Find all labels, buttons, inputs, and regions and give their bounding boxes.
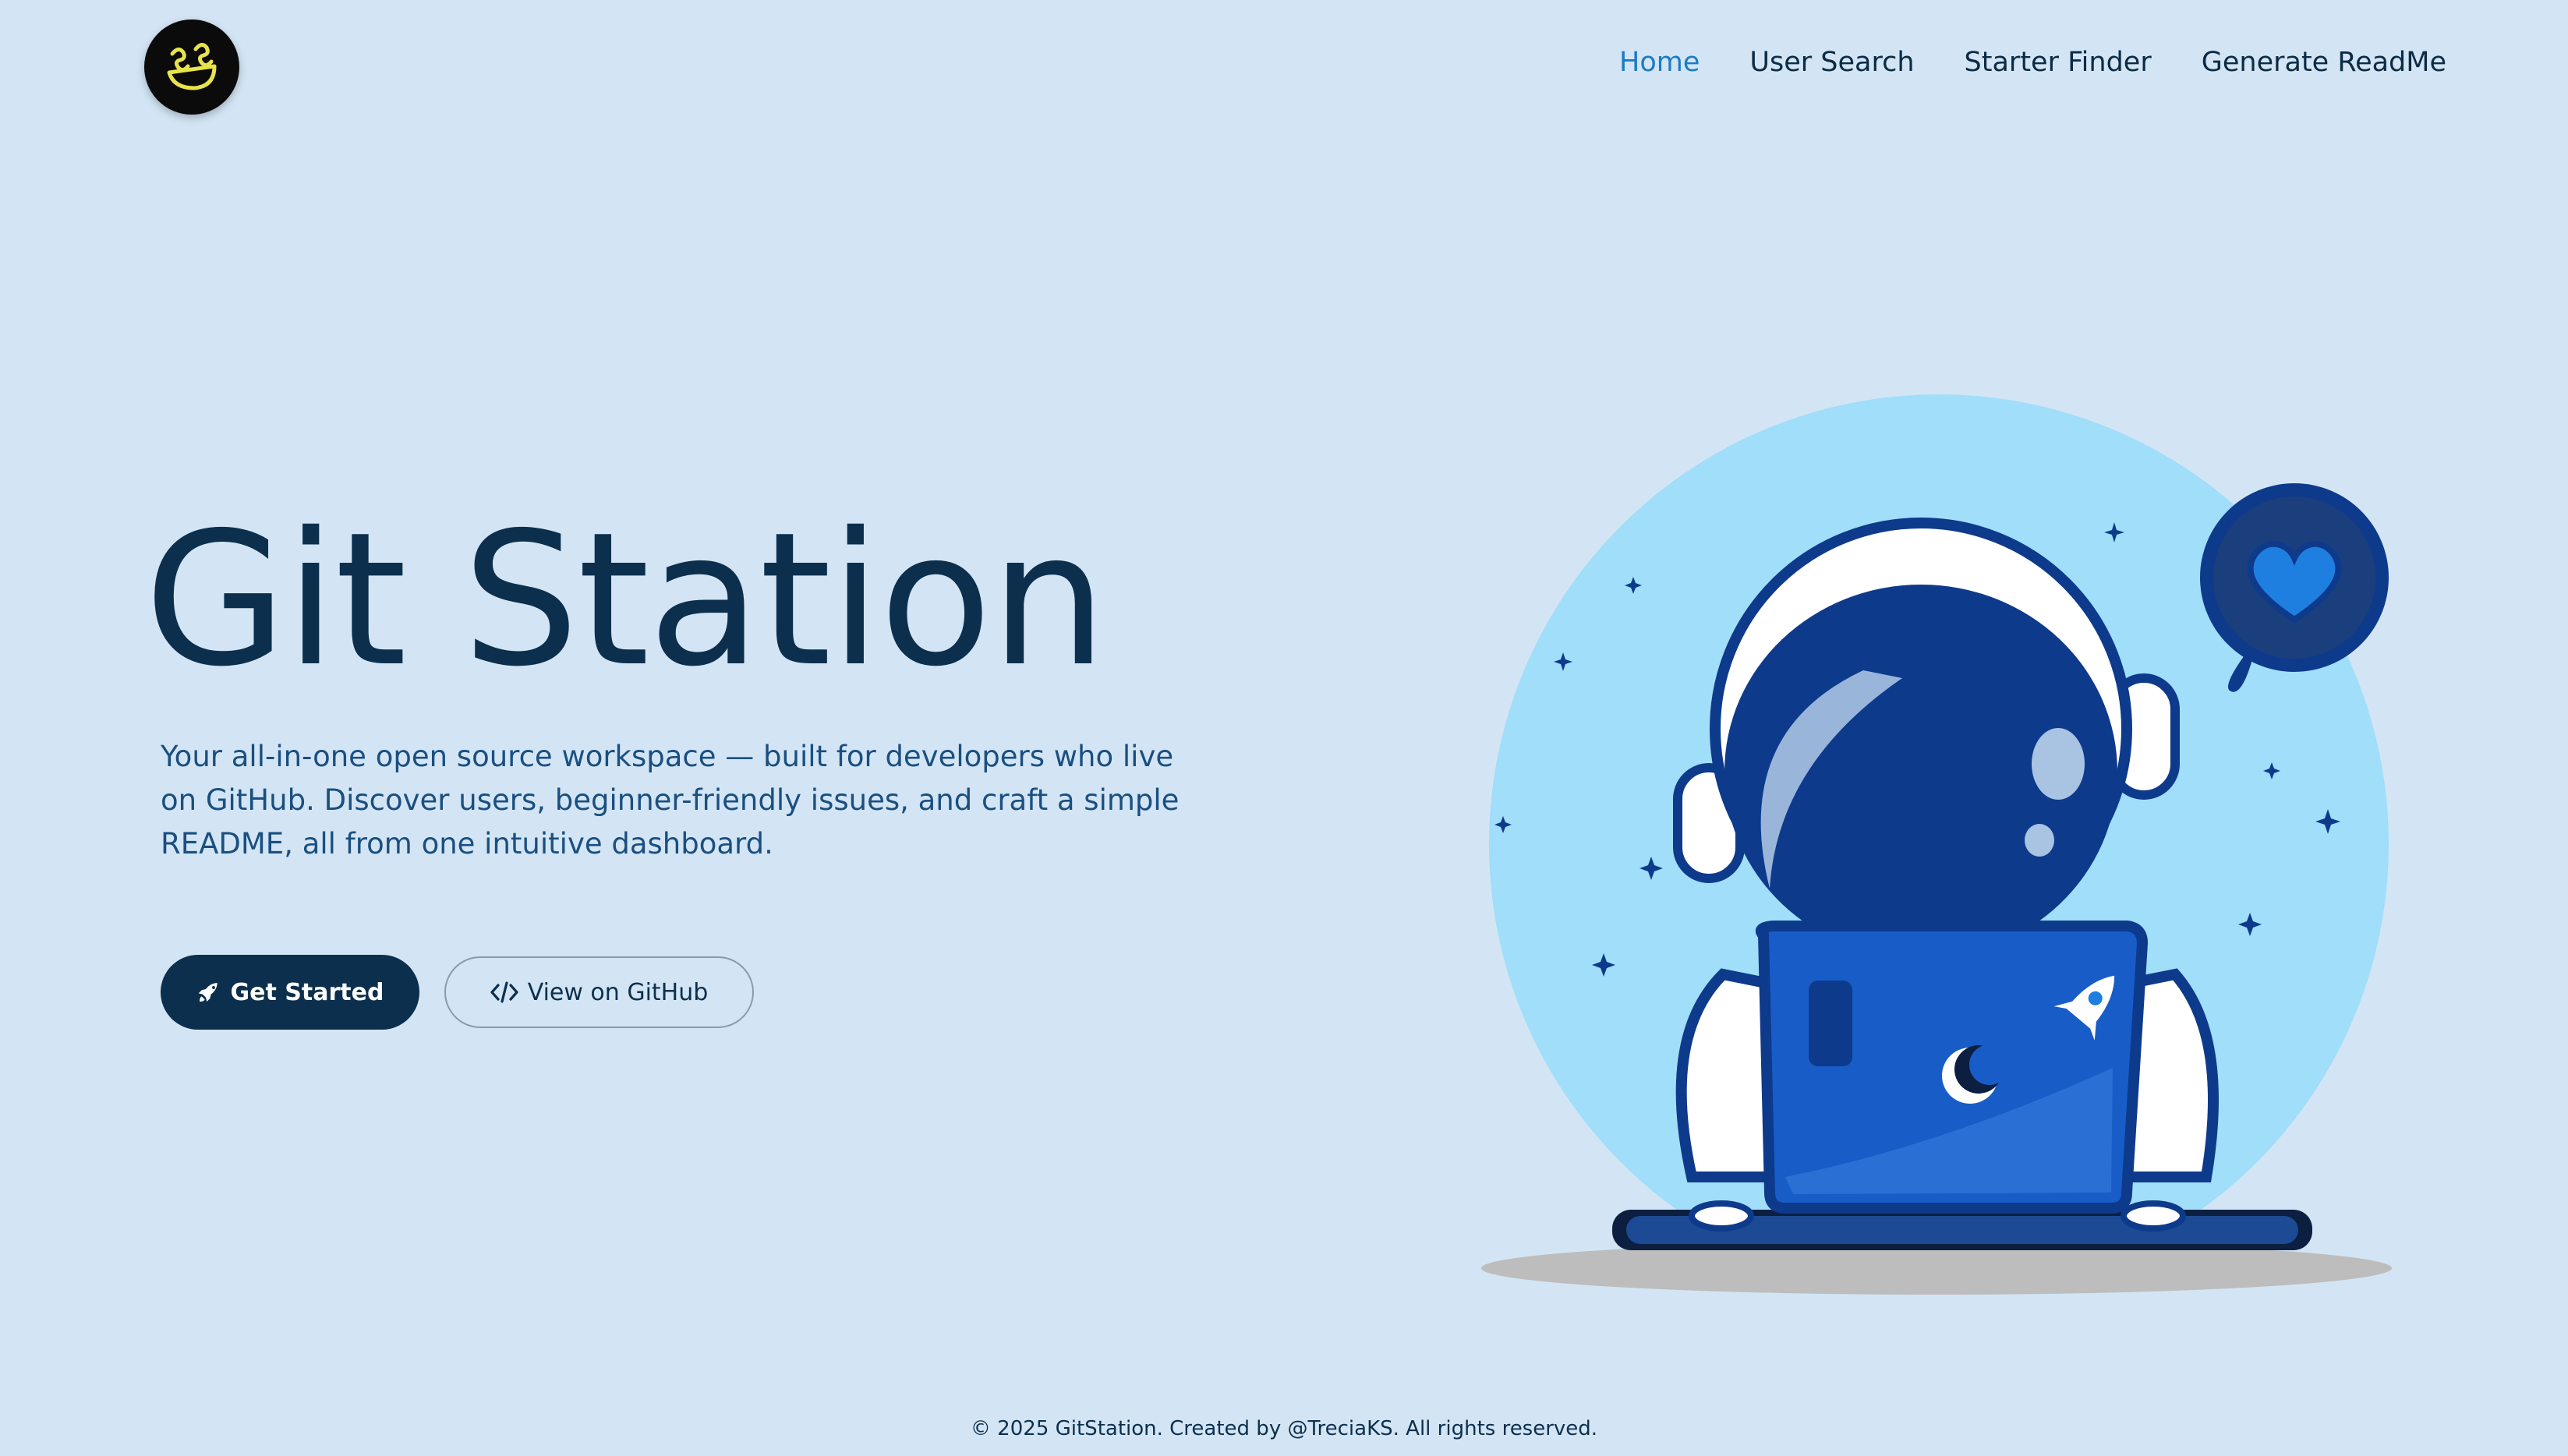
code-icon: [490, 981, 518, 1003]
logo-icon: [167, 43, 217, 90]
nav-generate-readme[interactable]: Generate ReadMe: [2202, 47, 2446, 78]
astronaut-illustration: [1481, 394, 2392, 1295]
get-started-label: Get Started: [230, 978, 384, 1006]
main-nav: Home User Search Starter Finder Generate…: [1619, 47, 2446, 78]
site-logo[interactable]: [144, 19, 239, 115]
view-on-github-button[interactable]: View on GitHub: [444, 956, 754, 1028]
nav-starter-finder[interactable]: Starter Finder: [1965, 47, 2152, 78]
rocket-icon: [198, 983, 218, 1002]
get-started-button[interactable]: Get Started: [161, 955, 419, 1030]
hero-title: Git Station: [144, 493, 1107, 707]
footer-copyright: © 2025 GitStation. Created by @TreciaKS.…: [970, 1417, 1598, 1440]
nav-home[interactable]: Home: [1619, 47, 1700, 78]
nav-user-search[interactable]: User Search: [1749, 47, 1914, 78]
view-on-github-label: View on GitHub: [527, 978, 709, 1006]
hero-description: Your all-in-one open source workspace — …: [161, 740, 1180, 861]
